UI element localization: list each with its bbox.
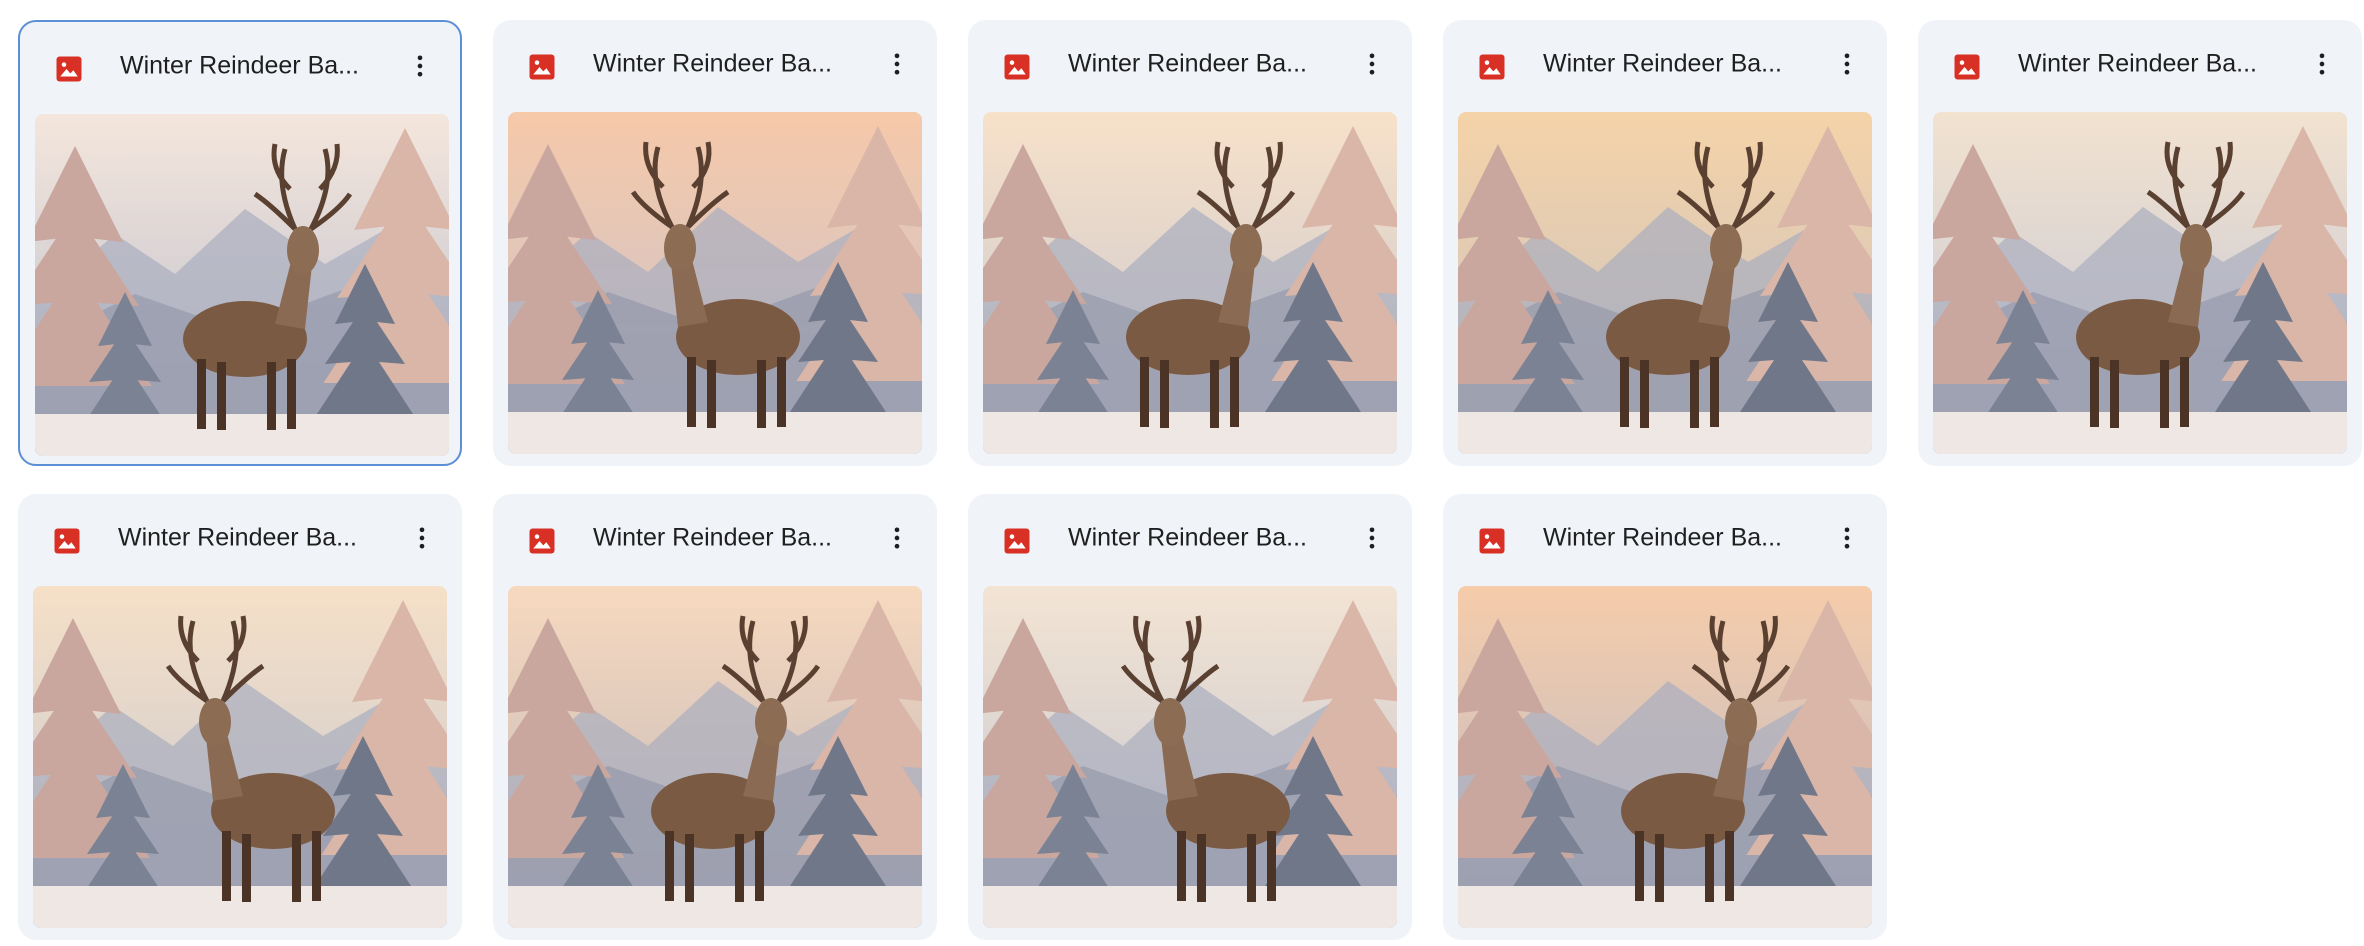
file-card-header[interactable]: Winter Reindeer Ba... [20,22,460,110]
file-name: Winter Reindeer Ba... [1543,49,1782,78]
file-name: Winter Reindeer Ba... [1543,523,1782,552]
more-vert-icon [883,50,911,83]
image-file-icon [527,526,557,556]
more-vert-icon [406,52,434,85]
file-thumbnail[interactable] [508,112,922,454]
more-actions-button[interactable] [1354,522,1390,558]
file-card[interactable]: Winter Reindeer Ba... [1443,494,1887,940]
more-actions-button[interactable] [879,48,915,84]
file-card-header[interactable]: Winter Reindeer Ba... [1443,494,1887,582]
file-name: Winter Reindeer Ba... [1068,49,1307,78]
file-name: Winter Reindeer Ba... [120,51,359,80]
file-card[interactable]: Winter Reindeer Ba... [968,20,1412,466]
image-file-icon [54,54,84,84]
file-thumbnail[interactable] [508,586,922,928]
file-card-header[interactable]: Winter Reindeer Ba... [1918,20,2362,108]
file-card[interactable]: Winter Reindeer Ba... [493,494,937,940]
more-vert-icon [1833,50,1861,83]
image-file-icon [527,52,557,82]
more-actions-button[interactable] [2304,48,2340,84]
file-thumbnail[interactable] [983,586,1397,928]
image-file-icon [1952,52,1982,82]
file-card[interactable]: Winter Reindeer Ba... [493,20,937,466]
file-card-header[interactable]: Winter Reindeer Ba... [493,494,937,582]
file-name: Winter Reindeer Ba... [593,49,832,78]
image-file-icon [52,526,82,556]
image-file-icon [1002,526,1032,556]
file-card[interactable]: Winter Reindeer Ba... [18,20,462,466]
file-thumbnail[interactable] [1933,112,2347,454]
more-actions-button[interactable] [1829,522,1865,558]
file-card-header[interactable]: Winter Reindeer Ba... [18,494,462,582]
file-card[interactable]: Winter Reindeer Ba... [1443,20,1887,466]
file-thumbnail[interactable] [33,586,447,928]
more-actions-button[interactable] [404,522,440,558]
more-actions-button[interactable] [1829,48,1865,84]
file-card-header[interactable]: Winter Reindeer Ba... [968,494,1412,582]
image-file-icon [1477,52,1507,82]
file-card-header[interactable]: Winter Reindeer Ba... [1443,20,1887,108]
file-name: Winter Reindeer Ba... [118,523,357,552]
more-vert-icon [1358,50,1386,83]
file-thumbnail[interactable] [1458,112,1872,454]
file-card[interactable]: Winter Reindeer Ba... [968,494,1412,940]
file-thumbnail[interactable] [1458,586,1872,928]
file-name: Winter Reindeer Ba... [2018,49,2257,78]
more-actions-button[interactable] [402,50,438,86]
file-thumbnail[interactable] [35,114,449,456]
more-vert-icon [408,524,436,557]
image-file-icon [1477,526,1507,556]
file-thumbnail[interactable] [983,112,1397,454]
file-card[interactable]: Winter Reindeer Ba... [1918,20,2362,466]
more-actions-button[interactable] [1354,48,1390,84]
more-vert-icon [2308,50,2336,83]
more-actions-button[interactable] [879,522,915,558]
more-vert-icon [883,524,911,557]
file-card[interactable]: Winter Reindeer Ba... [18,494,462,940]
file-name: Winter Reindeer Ba... [593,523,832,552]
more-vert-icon [1833,524,1861,557]
file-card-header[interactable]: Winter Reindeer Ba... [968,20,1412,108]
more-vert-icon [1358,524,1386,557]
file-card-header[interactable]: Winter Reindeer Ba... [493,20,937,108]
file-name: Winter Reindeer Ba... [1068,523,1307,552]
image-file-icon [1002,52,1032,82]
